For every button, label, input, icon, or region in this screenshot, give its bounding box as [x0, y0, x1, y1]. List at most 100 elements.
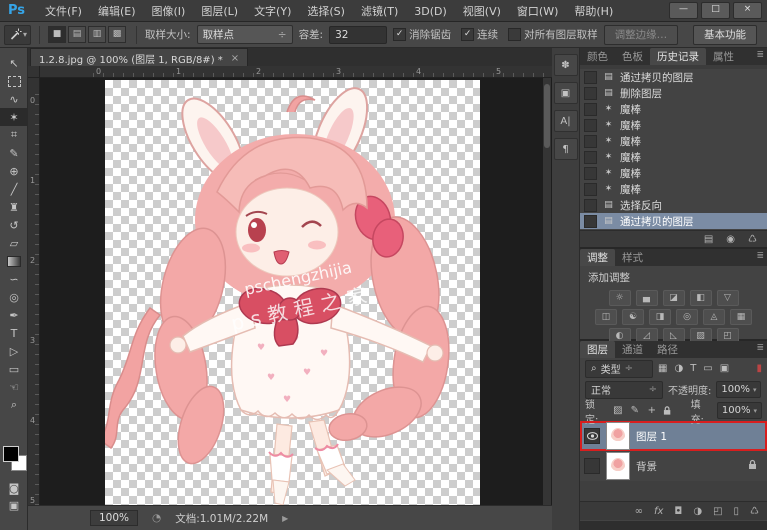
add-selection-mode-icon[interactable]: ▤: [68, 26, 87, 43]
type-tool[interactable]: T: [0, 324, 28, 342]
history-state-row[interactable]: ✶ 魔棒: [580, 149, 767, 165]
history-state-row[interactable]: ✶ 魔棒: [580, 117, 767, 133]
smudge-tool[interactable]: ∽: [0, 270, 28, 288]
menu-item-10[interactable]: 帮助(H): [566, 5, 621, 18]
history-state-row[interactable]: ✶ 魔棒: [580, 101, 767, 117]
history-source-well[interactable]: [584, 118, 597, 132]
layer-filter-icon[interactable]: ▣: [720, 363, 729, 374]
new-layer-icon[interactable]: ▯: [734, 506, 740, 517]
layers-tab-1[interactable]: 通道: [615, 341, 650, 358]
history-state-row[interactable]: ▤ 通过拷贝的图层: [580, 213, 767, 229]
menu-item-6[interactable]: 滤镜(T): [353, 5, 406, 18]
path-selection-tool[interactable]: ▷: [0, 342, 28, 360]
layers-tab-2[interactable]: 路径: [650, 341, 685, 358]
minimize-button[interactable]: —: [669, 2, 698, 19]
close-button[interactable]: ×: [733, 2, 762, 19]
visibility-toggle[interactable]: [584, 458, 600, 474]
eyedropper-tool[interactable]: ✎: [0, 144, 28, 162]
history-state-row[interactable]: ▤ 通过拷贝的图层: [580, 69, 767, 85]
eraser-tool[interactable]: ▱: [0, 234, 28, 252]
layer-row[interactable]: 背景: [580, 451, 767, 481]
layer-style-icon[interactable]: fx: [654, 506, 663, 517]
status-expand-icon[interactable]: ▶: [282, 514, 288, 523]
checkbox-box[interactable]: ✓: [461, 28, 475, 41]
adjustment-preset-icon[interactable]: ◧: [689, 290, 712, 306]
history-source-well[interactable]: [584, 70, 597, 84]
color-swatches[interactable]: [3, 446, 27, 472]
menu-item-3[interactable]: 图层(L): [193, 5, 246, 18]
history-source-well[interactable]: [584, 198, 597, 212]
layer-filter-icon[interactable]: ▭: [703, 363, 712, 374]
history-state-row[interactable]: ▤ 选择反向: [580, 197, 767, 213]
adjustment-preset-icon[interactable]: ☯: [622, 309, 644, 325]
menu-item-1[interactable]: 编辑(E): [90, 5, 144, 18]
menu-item-4[interactable]: 文字(Y): [246, 5, 299, 18]
lasso-tool[interactable]: ∿: [0, 90, 28, 108]
adjustment-preset-icon[interactable]: ◎: [676, 309, 698, 325]
fill-input[interactable]: 100% ▾: [716, 402, 763, 419]
checkbox-box[interactable]: [508, 28, 522, 41]
clone-stamp-tool[interactable]: ♜: [0, 198, 28, 216]
checkbox-1[interactable]: ✓ 连续: [461, 27, 498, 42]
brush-tool[interactable]: ╱: [0, 180, 28, 198]
menu-item-7[interactable]: 3D(D): [406, 5, 455, 18]
new-document-from-state-icon[interactable]: ▤: [704, 234, 713, 245]
filter-toggle-icon[interactable]: ▮: [756, 363, 762, 374]
delete-layer-icon[interactable]: ♺: [750, 506, 759, 517]
add-layer-mask-icon[interactable]: ◘: [674, 506, 682, 517]
adjustment-preset-icon[interactable]: ◨: [649, 309, 671, 325]
move-tool[interactable]: ↖: [0, 54, 28, 72]
adjustment-preset-icon[interactable]: ▦: [730, 309, 752, 325]
menu-item-8[interactable]: 视图(V): [455, 5, 509, 18]
history-tab-2[interactable]: 历史记录: [650, 48, 706, 65]
vertical-scrollbar[interactable]: [543, 78, 551, 505]
maximize-button[interactable]: □: [701, 2, 730, 19]
layer-filter-icon[interactable]: T: [690, 363, 696, 374]
shape-tool[interactable]: ▭: [0, 360, 28, 378]
clone-source-panel-button[interactable]: ▣: [553, 82, 578, 104]
sample-size-select[interactable]: 取样点 ÷: [196, 25, 293, 44]
zoom-level-input[interactable]: 100%: [90, 510, 139, 526]
current-tool-button[interactable]: ▾: [4, 24, 32, 45]
menu-item-9[interactable]: 窗口(W): [509, 5, 566, 18]
quick-mask-button[interactable]: ◙: [0, 480, 28, 497]
layer-filter-icon[interactable]: ◑: [674, 363, 683, 374]
tool-caret-icon[interactable]: ▾: [23, 30, 27, 39]
lock-all-icon[interactable]: [663, 405, 671, 416]
crop-tool[interactable]: ⌗: [0, 126, 28, 144]
history-state-row[interactable]: ▤ 删除图层: [580, 85, 767, 101]
visibility-toggle[interactable]: [584, 428, 600, 444]
lock-option-icon[interactable]: ✎: [628, 405, 641, 416]
adjustment-preset-icon[interactable]: ☼: [608, 290, 631, 306]
healing-brush-tool[interactable]: ⊕: [0, 162, 28, 180]
layer-row[interactable]: 图层 1: [580, 421, 767, 451]
brush-presets-panel-button[interactable]: ✽: [553, 54, 578, 76]
gradient-tool[interactable]: [0, 252, 28, 270]
new-snapshot-icon[interactable]: ◉: [726, 234, 735, 245]
subtract-selection-mode-icon[interactable]: ▥: [88, 26, 107, 43]
paragraph-panel-button[interactable]: ¶: [553, 138, 578, 160]
tab-close-icon[interactable]: ×: [231, 53, 239, 64]
character-panel-button[interactable]: A|: [553, 110, 578, 132]
link-layers-icon[interactable]: ∞: [635, 506, 643, 517]
adjustments-tab-0[interactable]: 调整: [580, 249, 615, 266]
history-tab-1[interactable]: 色板: [615, 48, 650, 65]
new-group-icon[interactable]: ◰: [713, 506, 722, 517]
screen-mode-button[interactable]: ▣: [0, 497, 28, 514]
intersect-selection-mode-icon[interactable]: ▩: [108, 26, 127, 43]
menu-item-2[interactable]: 图像(I): [144, 5, 194, 18]
opacity-input[interactable]: 100% ▾: [716, 381, 762, 398]
layer-filter-icon[interactable]: ▦: [658, 363, 667, 374]
adjustments-tab-1[interactable]: 样式: [615, 249, 650, 266]
document-tab[interactable]: 1.2.8.jpg @ 100% (图层 1, RGB/8#) * ×: [30, 48, 249, 67]
zoom-tool[interactable]: ⌕: [0, 396, 28, 414]
history-source-well[interactable]: [584, 166, 597, 180]
layer-thumbnail[interactable]: [606, 422, 630, 450]
adjustment-preset-icon[interactable]: ▽: [716, 290, 739, 306]
adjustments-panel-menu-icon[interactable]: ≣: [756, 251, 764, 261]
history-source-well[interactable]: [584, 150, 597, 164]
history-source-well[interactable]: [584, 182, 597, 196]
history-source-well[interactable]: [584, 86, 597, 100]
history-source-well[interactable]: [584, 134, 597, 148]
image-canvas[interactable]: ♥♥♥ ♥♥♥: [98, 80, 480, 505]
